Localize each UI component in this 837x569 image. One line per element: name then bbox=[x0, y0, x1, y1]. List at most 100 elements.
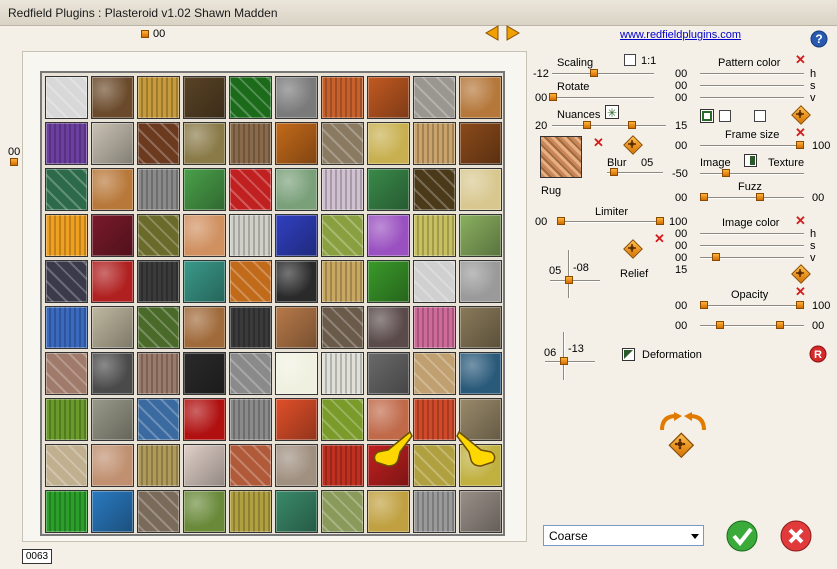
texture-tile[interactable] bbox=[91, 398, 134, 441]
prev-arrow-icon[interactable] bbox=[484, 25, 500, 41]
texture-tile[interactable] bbox=[321, 214, 364, 257]
frame-size-knob[interactable] bbox=[796, 141, 804, 149]
limiter-knob-2[interactable] bbox=[656, 217, 664, 225]
limiter-random-icon[interactable] bbox=[624, 240, 640, 256]
texture-tile[interactable] bbox=[137, 168, 180, 211]
texture-tile[interactable] bbox=[183, 306, 226, 349]
texture-tile[interactable] bbox=[137, 214, 180, 257]
texture-tile[interactable] bbox=[367, 306, 410, 349]
nuances-slider[interactable] bbox=[552, 125, 666, 127]
texture-tile[interactable] bbox=[137, 490, 180, 533]
texture-tile[interactable] bbox=[229, 260, 272, 303]
texture-tile[interactable] bbox=[275, 260, 318, 303]
texture-tile[interactable] bbox=[413, 76, 456, 119]
pattern-h-slider[interactable] bbox=[700, 73, 804, 75]
texture-tile[interactable] bbox=[229, 168, 272, 211]
next-arrow-icon[interactable] bbox=[505, 25, 521, 41]
deformation-horizontal-slider[interactable] bbox=[545, 361, 595, 363]
texture-tile[interactable] bbox=[321, 490, 364, 533]
rotate-slider[interactable] bbox=[552, 97, 654, 99]
fuzz-slider[interactable] bbox=[700, 197, 804, 199]
image-s-slider[interactable] bbox=[700, 245, 804, 247]
texture-tile[interactable] bbox=[275, 398, 318, 441]
image-texture-toggle-icon[interactable] bbox=[744, 154, 757, 167]
texture-tile[interactable] bbox=[45, 490, 88, 533]
fuzz-knob-2[interactable] bbox=[756, 193, 764, 201]
texture-tile[interactable] bbox=[459, 76, 502, 119]
texture-tile[interactable] bbox=[275, 122, 318, 165]
texture-tile[interactable] bbox=[45, 398, 88, 441]
frame-style-3-checkbox[interactable] bbox=[754, 110, 766, 122]
texture-tile[interactable] bbox=[367, 168, 410, 211]
texture-tile[interactable] bbox=[91, 122, 134, 165]
texture-tile[interactable] bbox=[45, 260, 88, 303]
texture-tile[interactable] bbox=[183, 490, 226, 533]
relief-horizontal-slider[interactable] bbox=[550, 280, 600, 282]
nuances-knob-1[interactable] bbox=[583, 121, 591, 129]
texture-tile[interactable] bbox=[91, 214, 134, 257]
pattern-random-icon[interactable] bbox=[792, 106, 808, 122]
randomize-arrows-icon[interactable] bbox=[656, 412, 710, 432]
scaling-knob[interactable] bbox=[590, 69, 598, 77]
texture-tile[interactable] bbox=[459, 214, 502, 257]
texture-tile[interactable] bbox=[91, 444, 134, 487]
relief-vertical-slider[interactable] bbox=[568, 250, 570, 298]
opacity-knob-2[interactable] bbox=[796, 301, 804, 309]
texture-tile[interactable] bbox=[229, 398, 272, 441]
texture-tile[interactable] bbox=[45, 352, 88, 395]
cancel-button[interactable] bbox=[780, 520, 812, 552]
limiter-clear-icon[interactable]: ✕ bbox=[654, 232, 665, 245]
texture-tile[interactable] bbox=[321, 168, 364, 211]
texture-tile[interactable] bbox=[459, 352, 502, 395]
texture-tile[interactable] bbox=[45, 444, 88, 487]
texture-tile[interactable] bbox=[275, 490, 318, 533]
texture-tile[interactable] bbox=[459, 122, 502, 165]
texture-tile[interactable] bbox=[183, 122, 226, 165]
texture-tile[interactable] bbox=[413, 260, 456, 303]
relief-knob[interactable] bbox=[565, 276, 573, 284]
opacity-knob-3[interactable] bbox=[716, 321, 724, 329]
texture-tile[interactable] bbox=[367, 490, 410, 533]
scaling-slider[interactable] bbox=[552, 73, 654, 75]
texture-tile[interactable] bbox=[459, 490, 502, 533]
texture-tile[interactable] bbox=[183, 76, 226, 119]
limiter-slider[interactable] bbox=[557, 221, 663, 223]
texture-tile[interactable] bbox=[229, 444, 272, 487]
nuances-asterisk-icon[interactable]: ✳ bbox=[605, 105, 619, 119]
texture-tile[interactable] bbox=[183, 444, 226, 487]
texture-tile[interactable] bbox=[413, 168, 456, 211]
texture-tile[interactable] bbox=[413, 352, 456, 395]
nuances-random-icon[interactable] bbox=[624, 136, 640, 152]
texture-tile[interactable] bbox=[275, 306, 318, 349]
opacity-slider[interactable] bbox=[700, 305, 804, 307]
image-texture-knob[interactable] bbox=[722, 169, 730, 177]
randomize-all-icon[interactable] bbox=[670, 434, 691, 455]
image-color-clear-icon[interactable]: ✕ bbox=[795, 214, 806, 227]
texture-tile[interactable] bbox=[137, 306, 180, 349]
texture-tile[interactable] bbox=[91, 490, 134, 533]
texture-tile[interactable] bbox=[413, 398, 456, 441]
texture-tile[interactable] bbox=[321, 444, 364, 487]
texture-tile[interactable] bbox=[229, 306, 272, 349]
texture-tile[interactable] bbox=[229, 122, 272, 165]
texture-tile[interactable] bbox=[367, 352, 410, 395]
texture-tile[interactable] bbox=[321, 122, 364, 165]
texture-tile[interactable] bbox=[367, 122, 410, 165]
opacity-knob-1[interactable] bbox=[700, 301, 708, 309]
texture-tile[interactable] bbox=[367, 76, 410, 119]
texture-tile[interactable] bbox=[91, 168, 134, 211]
help-icon[interactable]: ? bbox=[810, 30, 828, 48]
one-to-one-checkbox[interactable] bbox=[624, 54, 636, 66]
image-v-knob[interactable] bbox=[712, 253, 720, 261]
opacity-knob-4[interactable] bbox=[776, 321, 784, 329]
texture-tile[interactable] bbox=[91, 306, 134, 349]
texture-tile[interactable] bbox=[275, 444, 318, 487]
deformation-vertical-slider[interactable] bbox=[563, 332, 565, 380]
frame-style-2-checkbox[interactable] bbox=[719, 110, 731, 122]
pattern-v-slider[interactable] bbox=[700, 97, 804, 99]
texture-tile[interactable] bbox=[183, 398, 226, 441]
opacity-clear-icon[interactable]: ✕ bbox=[795, 285, 806, 298]
texture-tile[interactable] bbox=[321, 260, 364, 303]
texture-tile[interactable] bbox=[45, 168, 88, 211]
texture-tile[interactable] bbox=[275, 352, 318, 395]
